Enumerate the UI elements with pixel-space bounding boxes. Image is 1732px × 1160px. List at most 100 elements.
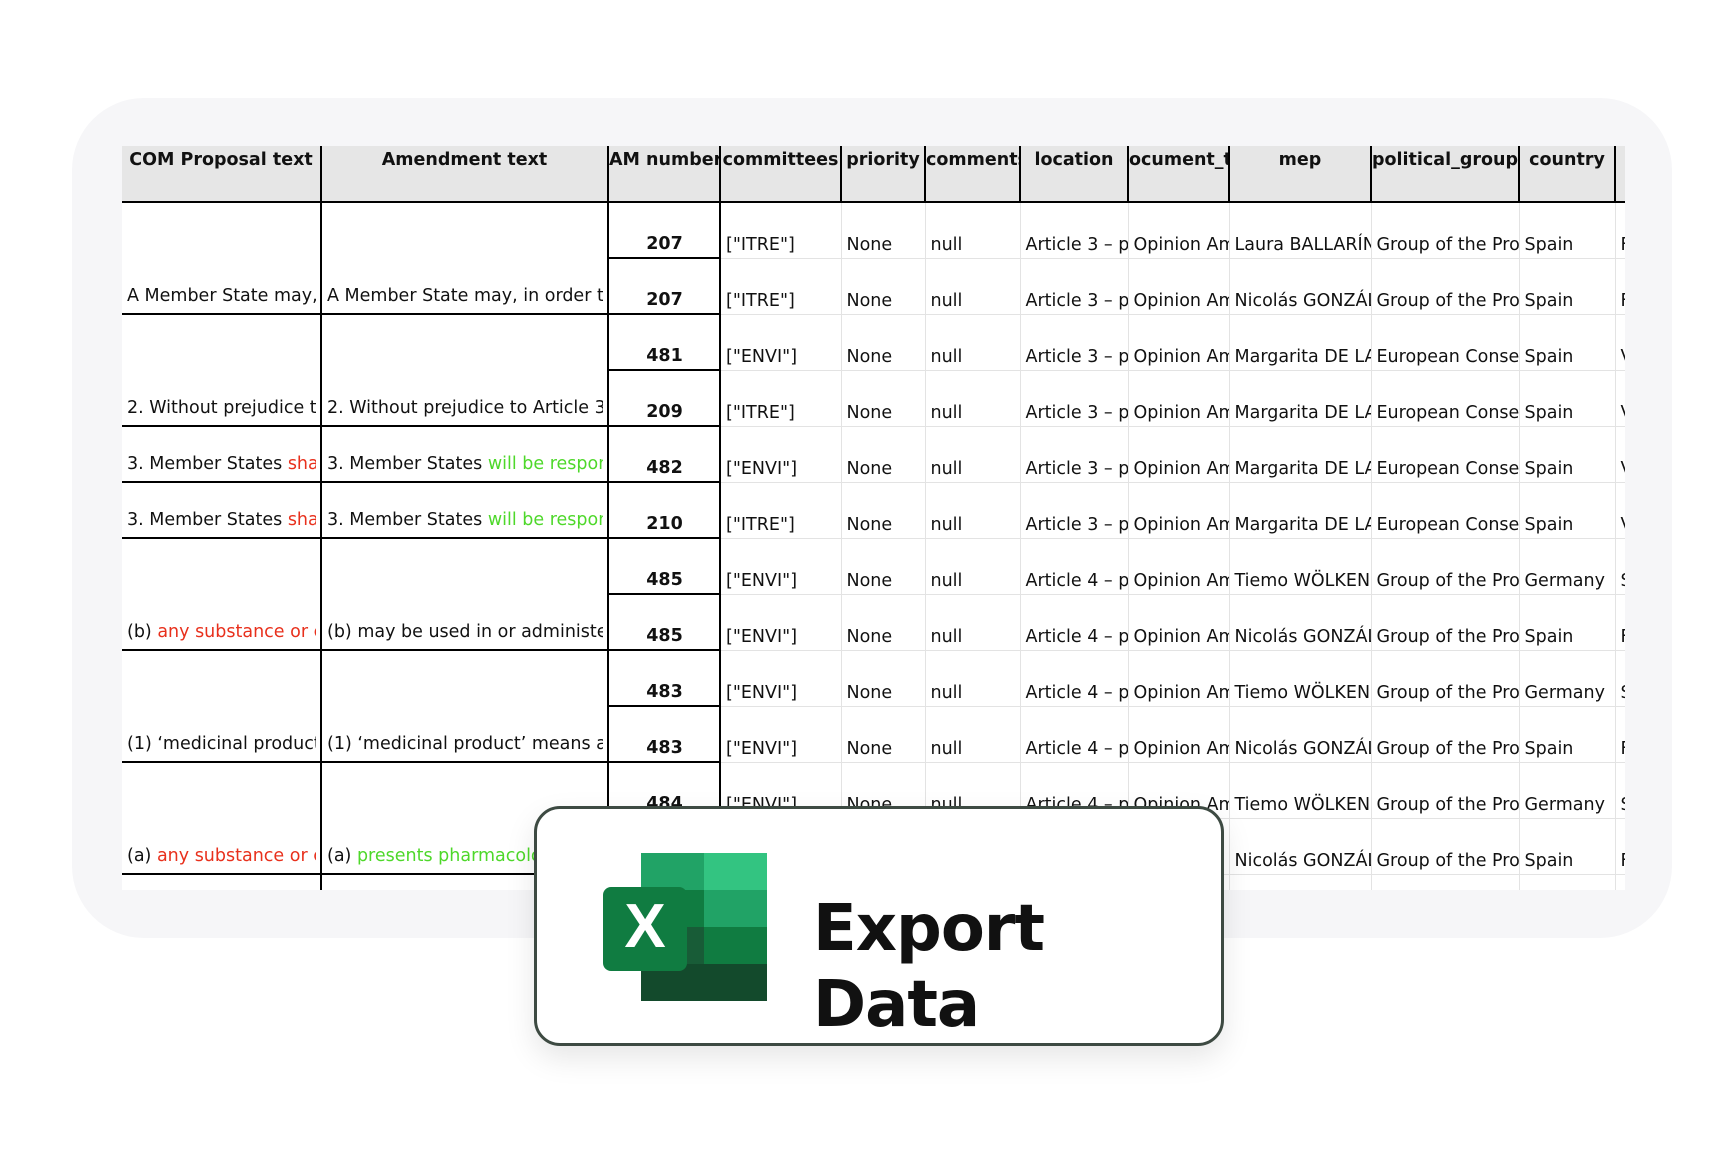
country-cell[interactable]: [1519, 874, 1616, 890]
table-row[interactable]: 3. Member States shall ensure that marke…: [122, 482, 1625, 539]
com-proposal-cell[interactable]: 2. Without prejudice to Article 30 of [r…: [122, 314, 321, 427]
am-number-cell[interactable]: 483: [607, 706, 721, 763]
com-proposal-cell[interactable]: A Member State may, in order to fulfil s…: [122, 202, 321, 315]
column-header[interactable]: Amendment text: [320, 146, 608, 203]
mep-cell[interactable]: Tiemo WÖLKEN: [1229, 650, 1372, 707]
column-header[interactable]: COM Proposal text: [122, 146, 321, 203]
committees-cell[interactable]: ["ENVI"]: [720, 706, 842, 763]
location-cell[interactable]: Article 4 – pa: [1020, 538, 1129, 595]
am-number-cell[interactable]: 207: [607, 258, 721, 315]
extra-cell[interactable]: F: [1615, 818, 1625, 875]
comments-cell[interactable]: null: [925, 594, 1021, 651]
amendment-cell[interactable]: A Member State may, in order to fulfil s…: [320, 202, 608, 315]
am-number-cell[interactable]: 482: [607, 426, 721, 483]
location-cell[interactable]: Article 3 – pa: [1020, 202, 1129, 259]
group-cell[interactable]: Group of the Prog: [1371, 538, 1520, 595]
column-header[interactable]: comments: [924, 146, 1020, 203]
column-header[interactable]: priority: [840, 146, 925, 203]
group-cell[interactable]: Group of the Prog: [1371, 762, 1520, 819]
mep-cell[interactable]: Tiemo WÖLKEN: [1229, 762, 1372, 819]
country-cell[interactable]: Spain: [1519, 258, 1616, 315]
com-proposal-cell[interactable]: (b) any substance or combination of subs…: [122, 538, 321, 651]
priority-cell[interactable]: None: [841, 258, 926, 315]
doc-type-cell[interactable]: Opinion Am: [1128, 314, 1230, 371]
group-cell[interactable]: European Conserv: [1371, 482, 1520, 539]
am-number-cell[interactable]: 209: [607, 370, 721, 427]
extra-cell[interactable]: F: [1615, 594, 1625, 651]
am-number-cell[interactable]: 207: [607, 202, 721, 259]
am-number-cell[interactable]: 485: [607, 538, 721, 595]
comments-cell[interactable]: null: [925, 370, 1021, 427]
mep-cell[interactable]: Tiemo WÖLKEN: [1229, 538, 1372, 595]
committees-cell[interactable]: ["ITRE"]: [720, 370, 842, 427]
mep-cell[interactable]: Nicolás GONZÁLE: [1229, 594, 1372, 651]
extra-cell[interactable]: F: [1615, 706, 1625, 763]
mep-cell[interactable]: Margarita DE LA P: [1229, 370, 1372, 427]
mep-cell[interactable]: Nicolás GONZÁLE: [1229, 706, 1372, 763]
column-header[interactable]: country: [1518, 146, 1615, 203]
priority-cell[interactable]: None: [841, 538, 926, 595]
doc-type-cell[interactable]: Opinion Am: [1128, 258, 1230, 315]
group-cell[interactable]: Group of the Prog: [1371, 594, 1520, 651]
doc-type-cell[interactable]: Opinion Am: [1128, 426, 1230, 483]
priority-cell[interactable]: None: [841, 202, 926, 259]
country-cell[interactable]: Spain: [1519, 706, 1616, 763]
extra-cell[interactable]: S: [1615, 538, 1625, 595]
location-cell[interactable]: Article 3 – pa: [1020, 314, 1129, 371]
column-header[interactable]: ocument_typ: [1127, 146, 1229, 203]
column-header[interactable]: [1614, 146, 1625, 203]
amendment-cell[interactable]: 3. Member States will be responsible res…: [320, 426, 608, 483]
location-cell[interactable]: Article 4 – pa: [1020, 650, 1129, 707]
committees-cell[interactable]: ["ENVI"]: [720, 650, 842, 707]
group-cell[interactable]: European Conserv: [1371, 426, 1520, 483]
country-cell[interactable]: Spain: [1519, 370, 1616, 427]
committees-cell[interactable]: ["ITRE"]: [720, 202, 842, 259]
mep-cell[interactable]: [1229, 874, 1372, 890]
group-cell[interactable]: Group of the Prog: [1371, 202, 1520, 259]
amendment-cell[interactable]: (1) ‘medicinal product’ means any known …: [320, 650, 608, 763]
priority-cell[interactable]: None: [841, 594, 926, 651]
priority-cell[interactable]: None: [841, 650, 926, 707]
group-cell[interactable]: Group of the Prog: [1371, 258, 1520, 315]
committees-cell[interactable]: ["ENVI"]: [720, 594, 842, 651]
extra-cell[interactable]: [1615, 874, 1625, 890]
country-cell[interactable]: Germany: [1519, 762, 1616, 819]
group-cell[interactable]: European Conserv: [1371, 370, 1520, 427]
amendment-cell[interactable]: (b) may be used in or administered to hu…: [320, 538, 608, 651]
mep-cell[interactable]: Nicolás GONZÁLE: [1229, 818, 1372, 875]
committees-cell[interactable]: ["ITRE"]: [720, 482, 842, 539]
am-number-cell[interactable]: 210: [607, 482, 721, 539]
location-cell[interactable]: Article 3 – pa: [1020, 258, 1129, 315]
group-cell[interactable]: Group of the Prog: [1371, 818, 1520, 875]
amendment-cell[interactable]: 3. Member States will be responsable res…: [320, 482, 608, 539]
extra-cell[interactable]: S: [1615, 762, 1625, 819]
mep-cell[interactable]: Nicolás GONZÁLE: [1229, 258, 1372, 315]
committees-cell[interactable]: ["ENVI"]: [720, 314, 842, 371]
extra-cell[interactable]: V: [1615, 370, 1625, 427]
group-cell[interactable]: European Conserv: [1371, 314, 1520, 371]
location-cell[interactable]: Article 4 – pa: [1020, 594, 1129, 651]
table-row[interactable]: 3. Member States shall ensure that marke…: [122, 426, 1625, 483]
mep-cell[interactable]: Margarita DE LA P: [1229, 482, 1372, 539]
committees-cell[interactable]: ["ENVI"]: [720, 426, 842, 483]
country-cell[interactable]: Germany: [1519, 650, 1616, 707]
extra-cell[interactable]: F: [1615, 258, 1625, 315]
comments-cell[interactable]: null: [925, 706, 1021, 763]
extra-cell[interactable]: V: [1615, 482, 1625, 539]
committees-cell[interactable]: ["ENVI"]: [720, 538, 842, 595]
doc-type-cell[interactable]: Opinion Am: [1128, 370, 1230, 427]
extra-cell[interactable]: V: [1615, 314, 1625, 371]
country-cell[interactable]: Spain: [1519, 482, 1616, 539]
comments-cell[interactable]: null: [925, 650, 1021, 707]
am-number-cell[interactable]: 481: [607, 314, 721, 371]
column-header[interactable]: mep: [1228, 146, 1371, 203]
am-number-cell[interactable]: 485: [607, 594, 721, 651]
committees-cell[interactable]: ["ITRE"]: [720, 258, 842, 315]
comments-cell[interactable]: null: [925, 258, 1021, 315]
comments-cell[interactable]: null: [925, 202, 1021, 259]
com-proposal-cell[interactable]: 3. Member States shall ensure that marke…: [122, 426, 321, 483]
mep-cell[interactable]: Laura BALLARÍN C: [1229, 202, 1372, 259]
extra-cell[interactable]: S: [1615, 650, 1625, 707]
country-cell[interactable]: Spain: [1519, 426, 1616, 483]
column-header[interactable]: AM number: [607, 146, 720, 203]
